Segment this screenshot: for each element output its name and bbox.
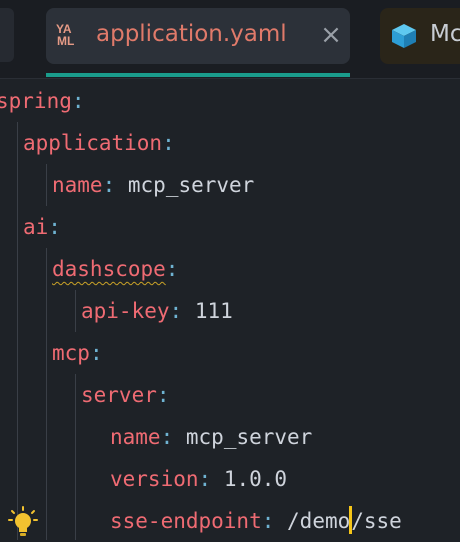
yaml-colon: : — [102, 173, 116, 197]
yaml-file-icon: YA ML — [56, 23, 84, 49]
code-line: dashscope: — [52, 248, 178, 290]
yaml-value: 1.0.0 — [223, 467, 288, 491]
yaml-key: name — [52, 173, 103, 197]
yaml-value: /demo — [287, 509, 351, 533]
indent-guide — [46, 164, 47, 206]
yaml-colon: : — [71, 89, 85, 113]
code-line-current: sse-endpoint: /demo/sse — [110, 500, 402, 542]
code-line: mcp: — [52, 332, 103, 374]
code-line: server: — [81, 374, 170, 416]
indent-guide — [46, 248, 47, 540]
yaml-colon: : — [162, 131, 175, 155]
yaml-value: 111 — [194, 299, 233, 323]
yaml-colon: : — [156, 383, 170, 407]
active-tab-indicator — [46, 73, 350, 77]
code-line: api-key: 111 — [81, 290, 233, 332]
code-line: spring: — [0, 80, 85, 122]
yaml-colon: : — [89, 341, 103, 365]
yaml-key: mcp — [52, 341, 90, 365]
code-line: application: — [23, 122, 175, 164]
yaml-colon: : — [261, 509, 275, 533]
yaml-colon: : — [165, 257, 179, 281]
indent-guide — [17, 122, 18, 540]
yaml-key-with-warning: dashscope — [52, 257, 166, 281]
lightbulb-icon[interactable] — [8, 506, 38, 538]
tab-label: application.yaml — [96, 21, 287, 47]
yaml-value: /sse — [351, 509, 402, 533]
tab-next-file[interactable]: Mc — [380, 8, 460, 64]
indent-guide — [75, 374, 76, 540]
yaml-key: api-key — [81, 299, 170, 323]
yaml-key: application — [23, 131, 163, 155]
tab-next-label: Mc — [430, 21, 460, 47]
cube-icon — [392, 24, 416, 48]
yaml-colon: : — [169, 299, 183, 323]
editor-tab-bar: YA ML application.yaml × Mc — [0, 0, 460, 79]
previous-tab[interactable] — [0, 8, 14, 62]
yaml-value: mcp_server — [185, 425, 313, 449]
code-line: version: 1.0.0 — [110, 458, 287, 500]
yaml-colon: : — [198, 467, 212, 491]
yaml-key: name — [110, 425, 161, 449]
code-line: name: mcp_server — [52, 164, 254, 206]
yaml-colon: : — [160, 425, 174, 449]
text-caret — [349, 506, 353, 534]
yaml-colon: : — [48, 215, 61, 239]
indent-guide — [75, 290, 76, 332]
code-line: ai: — [23, 206, 61, 248]
close-icon[interactable]: × — [318, 20, 344, 50]
yaml-key: server — [81, 383, 157, 407]
yaml-key: version — [110, 467, 199, 491]
code-line: name: mcp_server — [110, 416, 312, 458]
yaml-icon-bottom: ML — [57, 34, 75, 48]
tab-application-yaml[interactable]: YA ML application.yaml × — [46, 8, 350, 64]
yaml-key: spring — [0, 89, 72, 113]
yaml-key: sse-endpoint — [110, 509, 262, 533]
code-editor[interactable]: spring: application: name: mcp_server ai… — [0, 80, 460, 540]
yaml-key: ai — [23, 215, 49, 239]
yaml-value: mcp_server — [127, 173, 255, 197]
